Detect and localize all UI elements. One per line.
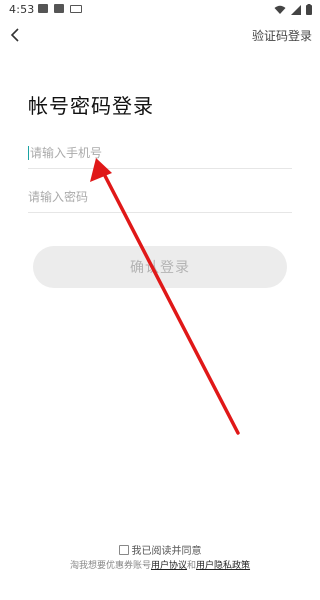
- password-field-container: [28, 182, 292, 213]
- phone-input[interactable]: [28, 138, 294, 168]
- agreement-row: 我已阅读并同意: [0, 542, 320, 557]
- notification-icons: [38, 4, 82, 13]
- signal-icon: [291, 4, 301, 15]
- status-bar: 4:53: [0, 0, 320, 20]
- password-input[interactable]: [28, 182, 292, 212]
- page-title: 帐号密码登录: [28, 94, 154, 118]
- app-notification-icon: [54, 4, 64, 13]
- back-button[interactable]: [6, 25, 26, 45]
- chevron-left-icon: [10, 28, 19, 42]
- wifi-icon: [274, 5, 286, 14]
- sms-login-link[interactable]: 验证码登录: [252, 27, 312, 44]
- agreement-checkbox[interactable]: [118, 545, 129, 555]
- battery-icon: [306, 4, 312, 15]
- login-button[interactable]: 确认登录: [33, 246, 287, 288]
- system-icons: [274, 4, 312, 15]
- keyboard-icon: [70, 4, 82, 13]
- image-notification-icon: [38, 4, 48, 13]
- text-cursor: [28, 146, 29, 160]
- policy-prefix: 淘我想要优惠券账号: [69, 561, 151, 571]
- phone-field-container: [28, 138, 294, 169]
- status-time: 4:53: [9, 3, 35, 16]
- policy-and: 和: [187, 561, 197, 571]
- policy-row: 淘我想要优惠券账号用户协议和用户隐私政策: [0, 558, 320, 571]
- privacy-policy-link[interactable]: 用户隐私政策: [196, 561, 250, 571]
- agreement-text: 我已阅读并同意: [131, 546, 202, 557]
- user-agreement-link[interactable]: 用户协议: [151, 561, 187, 571]
- top-bar: 验证码登录: [0, 20, 320, 50]
